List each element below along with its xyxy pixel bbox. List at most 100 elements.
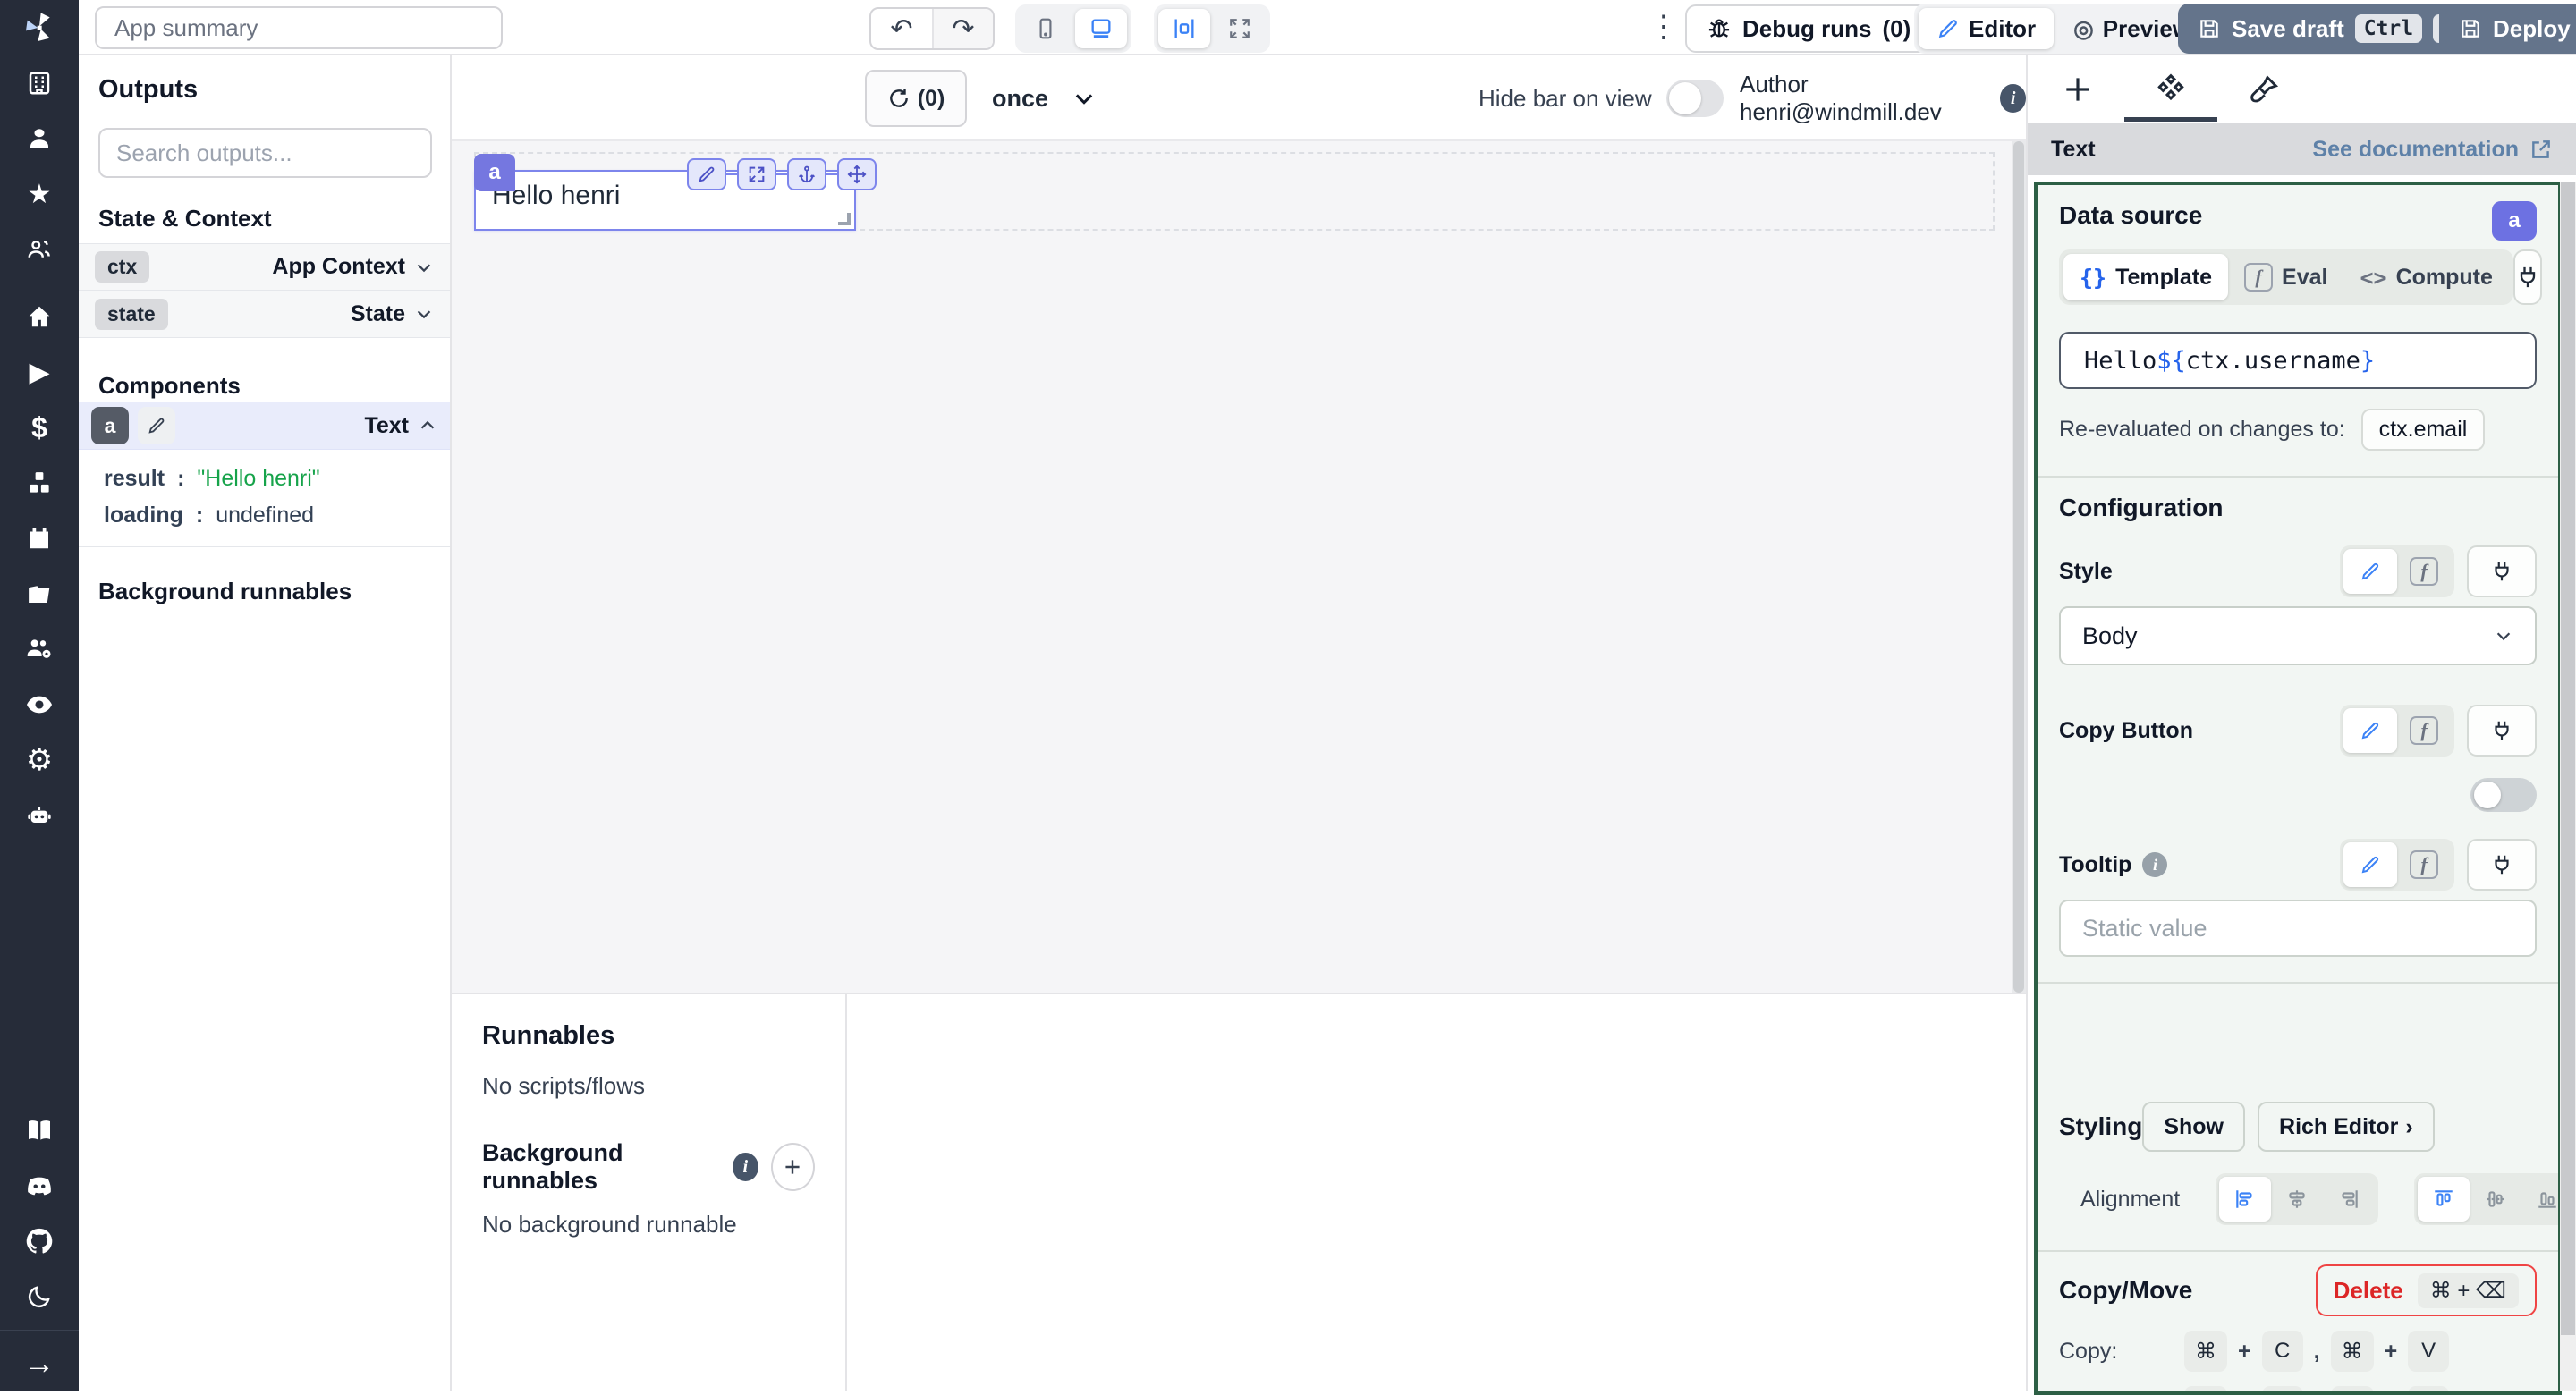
insert-component-tab[interactable] (2053, 57, 2103, 122)
app-canvas[interactable]: a Hello henri (452, 141, 2026, 993)
schedules-icon[interactable] (0, 511, 79, 566)
fx-mode-button[interactable]: f (2397, 708, 2451, 753)
hide-bar-toggle[interactable] (1666, 80, 1724, 117)
undo-button[interactable]: ↶ (871, 9, 932, 48)
align-bottom-button[interactable] (2521, 1177, 2562, 1222)
kbd-c: C (2262, 1331, 2303, 1372)
tab-eval[interactable]: f Eval (2228, 254, 2343, 300)
tooltip-input[interactable] (2059, 900, 2537, 957)
component-row[interactable]: a Text (79, 402, 450, 450)
docs-icon[interactable] (0, 1103, 79, 1158)
refresh-icon (887, 87, 911, 110)
author-label: Author henri@windmill.dev (1740, 71, 1987, 126)
fullscreen-button[interactable] (1214, 9, 1266, 48)
output-row-result[interactable]: result : "Hello henri" (104, 461, 450, 497)
user-icon[interactable] (0, 111, 79, 166)
desktop-view-button[interactable] (1075, 9, 1127, 48)
bug-icon (1707, 16, 1732, 41)
fx-mode-button[interactable]: f (2397, 549, 2451, 594)
search-outputs-input[interactable] (98, 128, 432, 178)
canvas-scrollbar[interactable] (2012, 141, 2026, 993)
mobile-view-button[interactable] (1020, 9, 1072, 48)
show-styling-button[interactable]: Show (2142, 1102, 2245, 1152)
windmill-logo[interactable] (0, 0, 79, 55)
groups-icon[interactable] (0, 222, 79, 277)
chevron-down-icon[interactable] (414, 258, 434, 277)
component-settings-tab[interactable] (2146, 57, 2196, 122)
more-menu-button[interactable]: ⋮ (1646, 9, 1682, 45)
github-icon[interactable] (0, 1213, 79, 1269)
chevron-up-icon[interactable] (418, 416, 437, 435)
global-styling-tab[interactable] (2239, 57, 2289, 122)
rich-editor-button[interactable]: Rich Editor › (2258, 1102, 2435, 1152)
deploy-button[interactable]: Deploy (2439, 4, 2576, 54)
home-icon[interactable] (0, 289, 79, 344)
runs-icon[interactable]: ▶ (0, 344, 79, 400)
expand-sidebar-icon[interactable]: → (0, 1336, 79, 1391)
refresh-button[interactable]: (0) (865, 70, 967, 127)
info-icon[interactable]: i (2000, 84, 2026, 113)
resources-icon[interactable] (0, 455, 79, 511)
fx-mode-button[interactable]: f (2397, 842, 2451, 887)
center-content-button[interactable] (1158, 9, 1210, 48)
resize-handle[interactable] (838, 213, 851, 225)
connect-plug-button[interactable] (2467, 839, 2537, 891)
billing-icon[interactable]: $ (0, 400, 79, 455)
chevron-down-icon[interactable] (414, 304, 434, 324)
connect-plug-button[interactable] (2467, 545, 2537, 597)
ai-icon[interactable] (0, 788, 79, 843)
output-row-loading[interactable]: loading : undefined (104, 497, 450, 534)
style-select[interactable]: Body (2059, 606, 2537, 665)
info-icon[interactable]: i (733, 1153, 758, 1181)
schedule-dropdown[interactable]: once (981, 70, 1107, 127)
connect-plug-button[interactable] (2467, 705, 2537, 757)
align-right-button[interactable] (2323, 1177, 2375, 1222)
add-background-runnable-button[interactable] (771, 1143, 815, 1191)
pencil-icon (1936, 17, 1960, 40)
connect-plug-button[interactable] (2513, 249, 2542, 305)
save-draft-button[interactable]: Save draft Ctrl S (2178, 4, 2483, 54)
discord-icon[interactable] (0, 1158, 79, 1213)
settings-scrollbar[interactable] (2560, 182, 2576, 1391)
dark-mode-icon[interactable] (0, 1269, 79, 1324)
align-top-button[interactable] (2418, 1177, 2470, 1222)
redo-button[interactable]: ↷ (932, 9, 993, 48)
state-row[interactable]: state State (79, 291, 450, 338)
ctx-row[interactable]: ctx App Context (79, 243, 450, 291)
delete-component-button[interactable]: Delete ⌘ + ⌫ (2316, 1264, 2537, 1316)
audit-logs-icon[interactable] (0, 677, 79, 732)
copy-button-toggle[interactable] (2470, 778, 2537, 812)
layout-toggle-group (1154, 4, 1270, 53)
workers-icon[interactable] (0, 621, 79, 677)
debug-runs-label: Debug runs (1742, 15, 1871, 43)
copy-button-mode-toggle: f (2340, 705, 2454, 757)
align-middle-v-button[interactable] (2470, 1177, 2521, 1222)
debug-runs-button[interactable]: Debug runs (0) (1685, 4, 1932, 53)
expand-component-button[interactable] (737, 158, 776, 190)
braces-icon: {} (2080, 265, 2106, 291)
template-code-input[interactable]: Hello ${ctx.username} (2059, 332, 2537, 389)
kbd-cmd: ⌘ (2184, 1386, 2227, 1395)
see-documentation-link[interactable]: See documentation (2312, 137, 2553, 163)
tab-template[interactable]: {} Template (2063, 254, 2228, 300)
align-center-h-button[interactable] (2271, 1177, 2323, 1222)
static-mode-button[interactable] (2343, 549, 2397, 594)
static-mode-button[interactable] (2343, 842, 2397, 887)
background-runnables-title: Background runnables (482, 1139, 720, 1195)
static-mode-button[interactable] (2343, 708, 2397, 753)
settings-icon[interactable]: ⚙ (0, 732, 79, 788)
folders-icon[interactable] (0, 566, 79, 621)
style-mode-toggle: f (2340, 545, 2454, 597)
tab-editor-label: Editor (1969, 15, 2036, 43)
rename-component-button[interactable] (138, 407, 175, 444)
tab-compute[interactable]: <> Compute (2343, 254, 2508, 300)
workspace-icon[interactable] (0, 55, 79, 111)
edit-component-button[interactable] (687, 158, 726, 190)
move-component-button[interactable] (837, 158, 877, 190)
favorites-icon[interactable]: ★ (0, 166, 79, 222)
app-summary-input[interactable] (95, 6, 503, 49)
align-left-button[interactable] (2219, 1177, 2271, 1222)
tab-editor[interactable]: Editor (1919, 8, 2054, 49)
anchor-component-button[interactable] (787, 158, 826, 190)
reeval-dependency-chip[interactable]: ctx.email (2361, 409, 2486, 451)
